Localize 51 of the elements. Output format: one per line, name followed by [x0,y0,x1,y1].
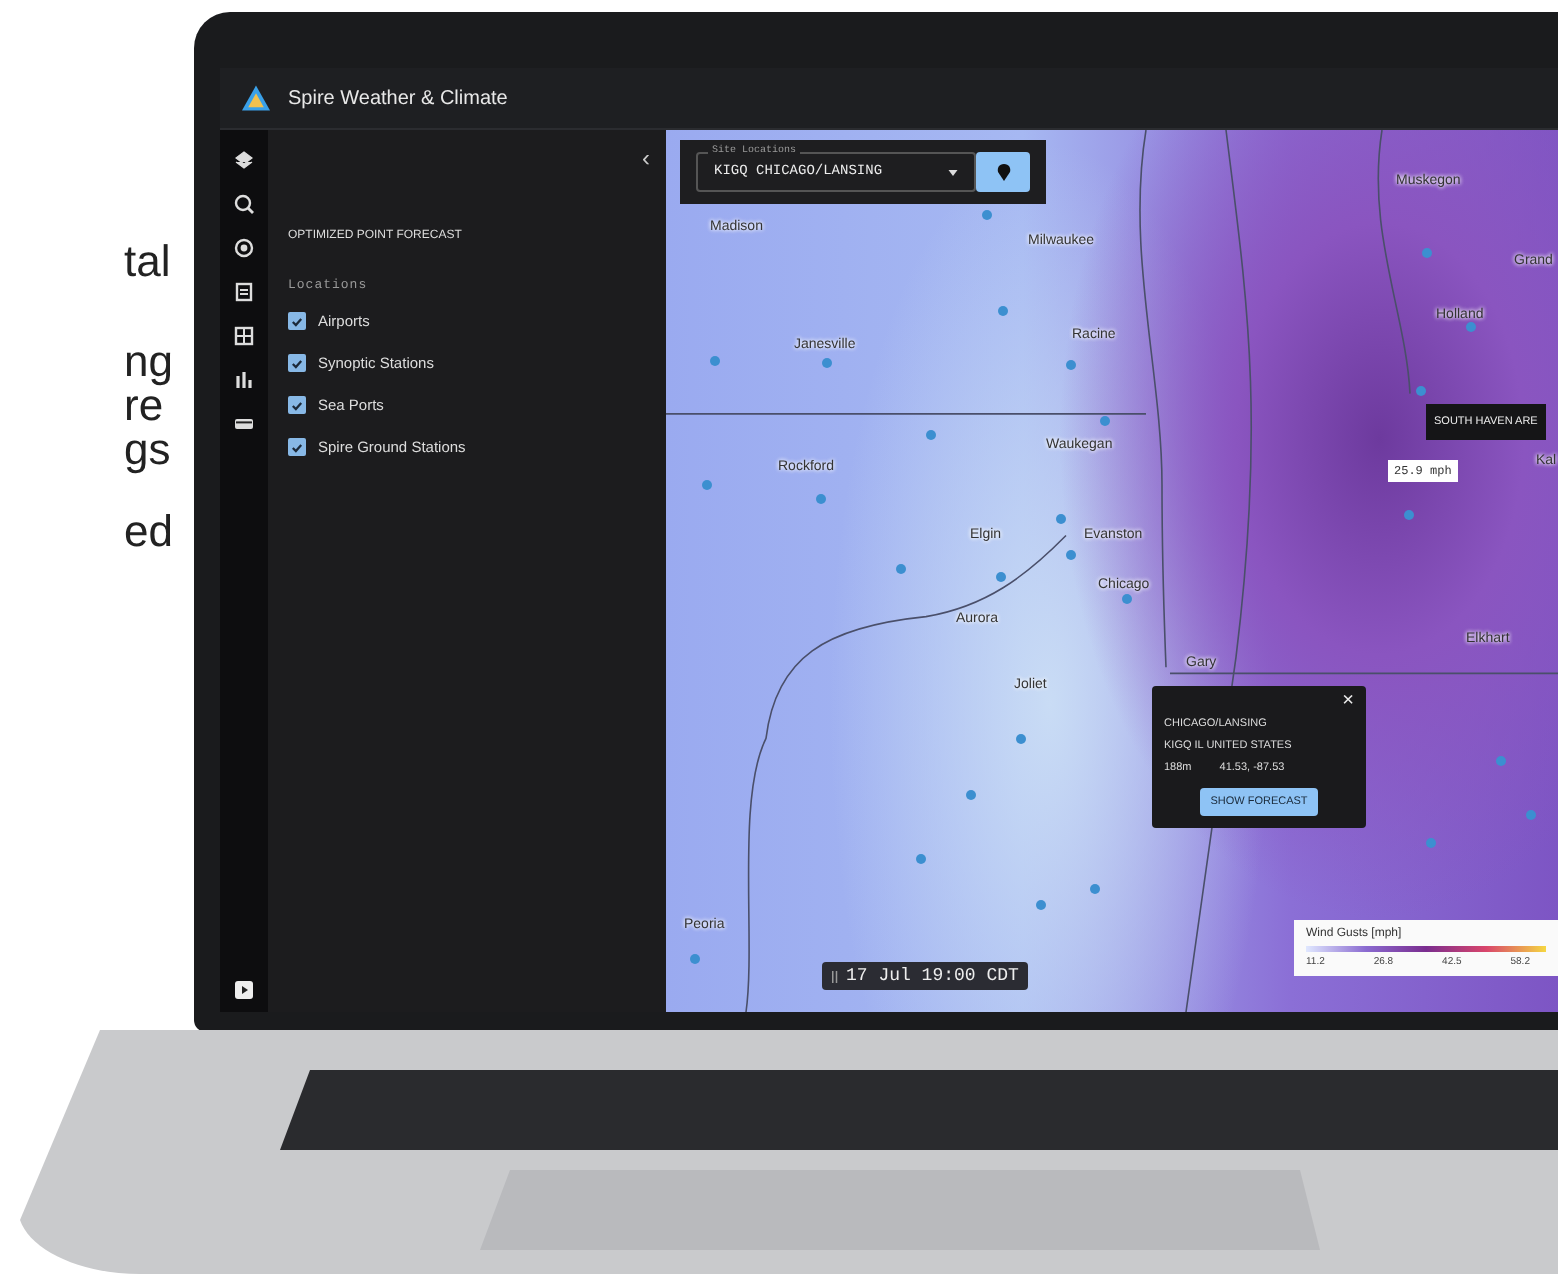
station-marker[interactable] [916,854,926,864]
play-square-icon[interactable] [234,980,254,1000]
checkbox[interactable] [288,396,306,414]
station-marker[interactable] [1056,514,1066,524]
station-marker[interactable] [1100,416,1110,426]
station-marker[interactable] [710,356,720,366]
station-marker[interactable] [1416,386,1426,396]
station-marker[interactable] [1066,360,1076,370]
collapse-button[interactable]: ‹ [642,146,650,170]
checkbox[interactable] [288,438,306,456]
checkbox[interactable] [288,312,306,330]
caret-icon [948,169,958,175]
triangle-logo-icon [240,84,272,112]
station-marker[interactable] [702,480,712,490]
station-marker[interactable] [816,494,826,504]
station-marker[interactable] [982,210,992,220]
time-text: 17 Jul 19:00 CDT [846,966,1019,986]
card-icon[interactable] [234,414,254,434]
layers-icon[interactable] [234,150,254,170]
pause-icon[interactable] [832,969,838,983]
station-marker[interactable] [966,790,976,800]
app-title: Spire Weather & Climate [288,87,508,109]
station-marker[interactable] [1016,734,1026,744]
station-marker[interactable] [1066,550,1076,560]
cropped-heading-text: tal [124,236,171,288]
cropped-heading-text: gs [124,424,171,476]
station-marker[interactable] [1404,510,1414,520]
station-marker[interactable] [822,358,832,368]
station-marker[interactable] [690,954,700,964]
station-marker[interactable] [1466,322,1476,332]
checkbox[interactable] [288,354,306,372]
station-marker[interactable] [1090,884,1100,894]
station-marker[interactable] [996,572,1006,582]
station-marker[interactable] [926,430,936,440]
document-icon[interactable] [234,282,254,302]
grid-icon[interactable] [234,326,254,346]
station-marker[interactable] [998,306,1008,316]
station-marker[interactable] [1036,900,1046,910]
bars-icon[interactable] [234,370,254,390]
cropped-heading-text: ed [124,506,173,558]
station-marker[interactable] [1426,838,1436,848]
close-button[interactable]: × [1342,692,1354,712]
target-icon[interactable] [234,238,254,258]
station-marker[interactable] [896,564,906,574]
pin-icon [993,162,1013,182]
station-marker[interactable] [1496,756,1506,766]
cropped-heading-text: ng [124,336,173,388]
station-marker[interactable] [1422,248,1432,258]
station-marker[interactable] [1526,810,1536,820]
station-marker[interactable] [1122,594,1132,604]
locate-button[interactable] [976,152,1030,192]
